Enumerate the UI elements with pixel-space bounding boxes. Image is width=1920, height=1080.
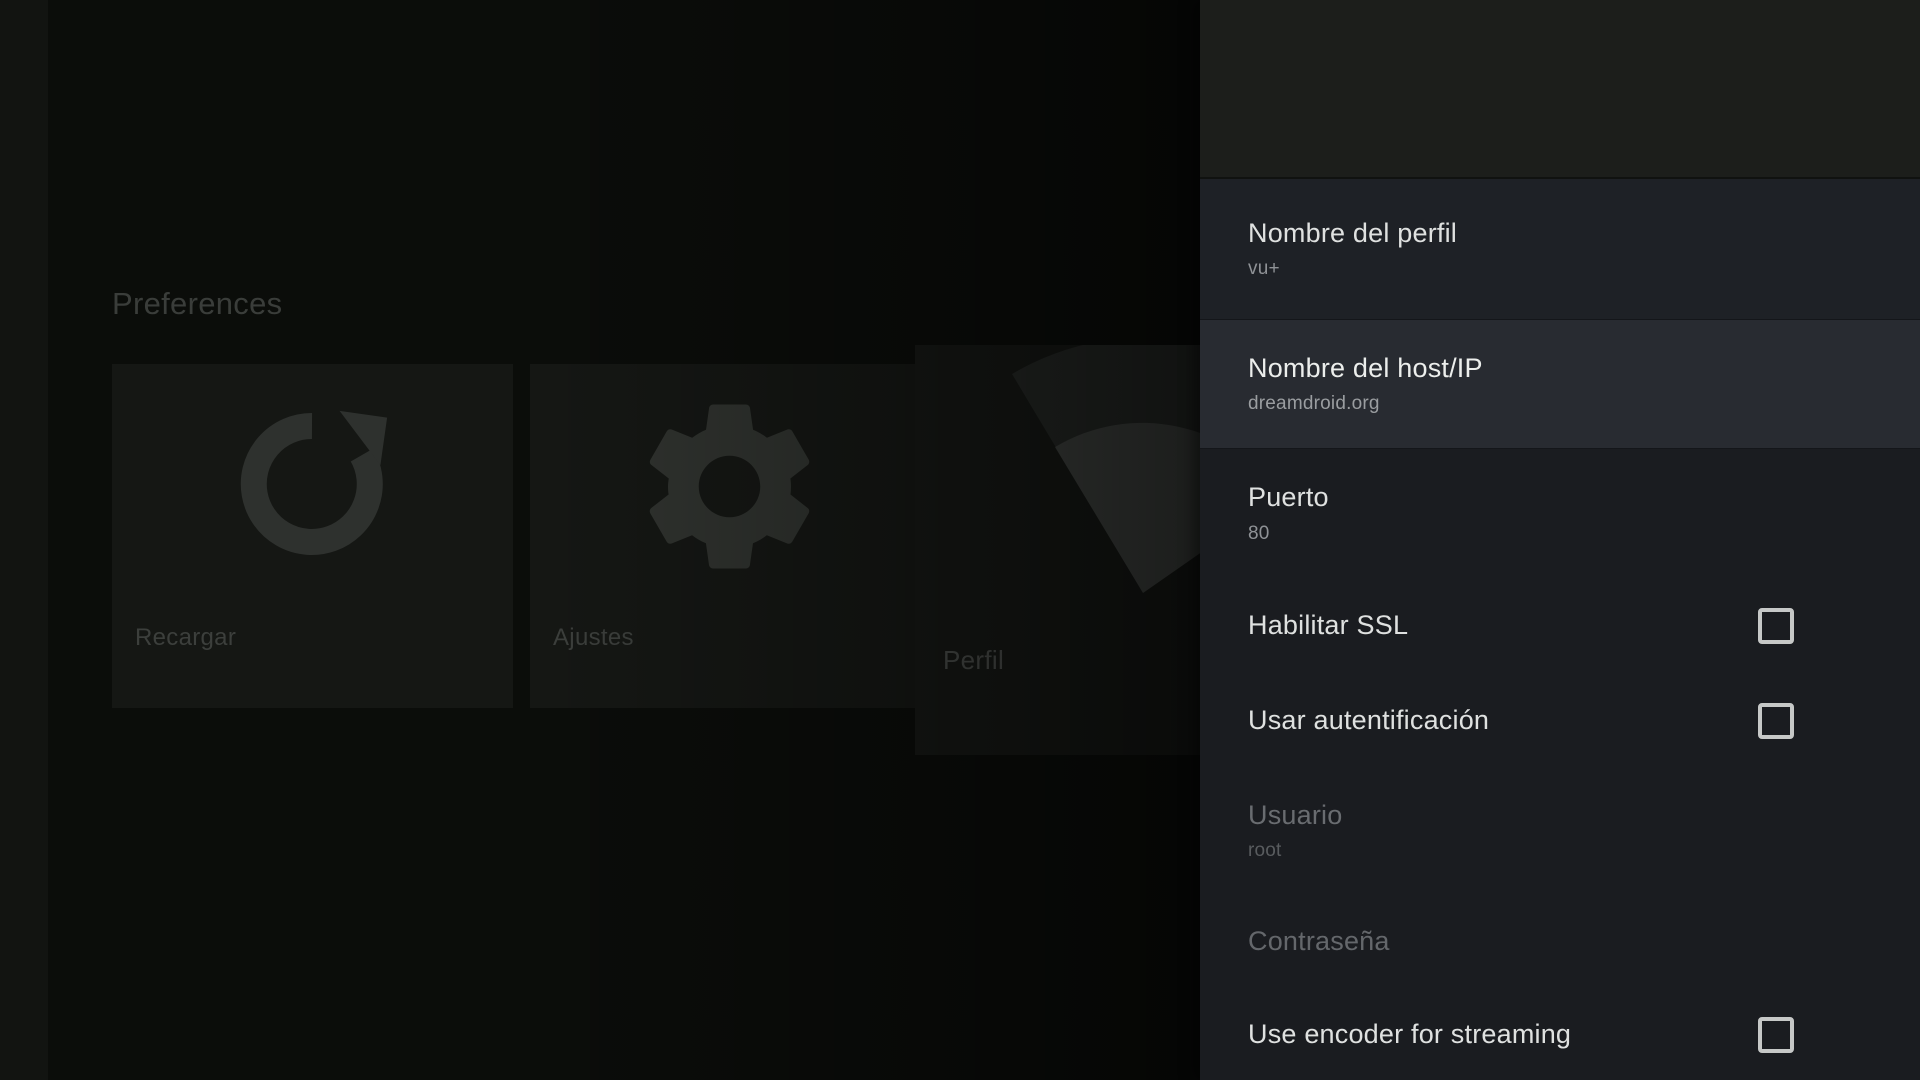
tile-ajustes[interactable]: Ajustes <box>530 364 931 708</box>
setting-value: vu+ <box>1248 258 1920 280</box>
setting-label: Usuario <box>1248 800 1920 831</box>
setting-user-disabled: Usuario root <box>1200 768 1920 894</box>
authentication-checkbox[interactable] <box>1758 703 1794 739</box>
setting-label: Usar autentificación <box>1248 705 1489 736</box>
ssl-checkbox[interactable] <box>1758 608 1794 644</box>
screen: Preferences Recargar Ajustes Perfil <box>0 0 1920 1080</box>
setting-label: Nombre del host/IP <box>1248 353 1920 384</box>
reload-icon <box>232 404 392 564</box>
panel-header-area <box>1200 0 1920 179</box>
preferences-page: Preferences Recargar Ajustes Perfil <box>0 0 1200 1080</box>
tile-label: Recargar <box>135 624 236 652</box>
setting-value: 80 <box>1248 523 1920 545</box>
gear-icon <box>627 384 832 589</box>
encoder-checkbox[interactable] <box>1758 1017 1794 1053</box>
tile-recargar[interactable]: Recargar <box>112 364 513 708</box>
setting-label: Contraseña <box>1248 926 1920 957</box>
setting-use-encoder[interactable]: Use encoder for streaming <box>1200 989 1920 1080</box>
setting-password-disabled: Contraseña <box>1200 894 1920 989</box>
setting-host-name[interactable]: Nombre del host/IP dreamdroid.org <box>1200 319 1920 448</box>
setting-enable-ssl[interactable]: Habilitar SSL <box>1200 578 1920 673</box>
tile-label: Ajustes <box>553 624 634 652</box>
setting-label: Puerto <box>1248 482 1920 513</box>
left-edge-strip <box>0 0 48 1080</box>
tile-label: Perfil <box>943 645 1004 676</box>
setting-label: Nombre del perfil <box>1248 218 1920 249</box>
setting-port[interactable]: Puerto 80 <box>1200 448 1920 578</box>
setting-value: dreamdroid.org <box>1248 393 1920 415</box>
setting-label: Habilitar SSL <box>1248 610 1408 641</box>
page-title: Preferences <box>112 286 282 322</box>
setting-use-authentication[interactable]: Usar autentificación <box>1200 673 1920 768</box>
setting-value: root <box>1248 840 1920 862</box>
profile-settings-panel: Nombre del perfil vu+ Nombre del host/IP… <box>1200 0 1920 1080</box>
setting-label: Use encoder for streaming <box>1248 1019 1571 1050</box>
setting-profile-name[interactable]: Nombre del perfil vu+ <box>1200 179 1920 319</box>
